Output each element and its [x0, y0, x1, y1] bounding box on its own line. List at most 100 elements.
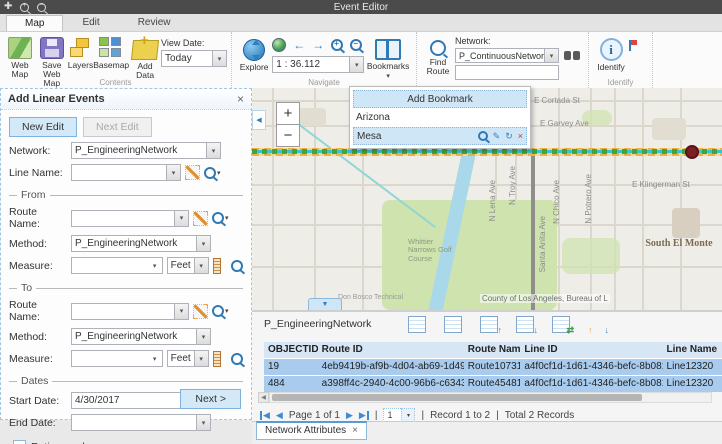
layers-icon	[68, 37, 92, 59]
dropdown-arrow-icon[interactable]: ▾	[194, 257, 209, 274]
to-unit-select[interactable]: Feet ▾	[167, 350, 209, 367]
measure-tool-icon[interactable]	[213, 258, 222, 274]
globe-icon[interactable]	[272, 38, 286, 52]
scale-select[interactable]: 1 : 36.112 ▾	[272, 56, 364, 73]
layers-button[interactable]: Layers	[68, 35, 94, 70]
bookmark-item-mesa[interactable]: Mesa ✎ ↻ ×	[353, 127, 527, 145]
select-line-on-map-icon[interactable]	[185, 165, 200, 180]
next-edit-button[interactable]: Next Edit	[83, 117, 152, 137]
from-unit-select[interactable]: Feet ▾	[167, 257, 209, 274]
explore-button[interactable]: Explore	[236, 35, 272, 72]
scroll-left-icon[interactable]: ◀	[258, 392, 269, 403]
line-name-select[interactable]: ▾	[71, 164, 181, 181]
dropdown-arrow-icon[interactable]: ▾	[349, 56, 364, 73]
dropdown-arrow-icon[interactable]: ▾	[206, 142, 221, 159]
delete-bookmark-icon[interactable]: ×	[518, 132, 523, 141]
previous-page-icon[interactable]: ◀	[276, 411, 283, 420]
from-measure-input[interactable]: ▾	[71, 257, 163, 274]
identify-button[interactable]: i Identify	[593, 35, 629, 72]
route-point-marker[interactable]	[685, 145, 699, 159]
zoom-to-route-button[interactable]: ▾	[212, 212, 229, 224]
zoom-out-tool-icon[interactable]: −	[350, 39, 362, 51]
dropdown-arrow-icon[interactable]: ▾	[148, 350, 163, 367]
select-records-icon[interactable]	[408, 316, 426, 333]
select-route-on-map-icon[interactable]	[193, 304, 208, 319]
new-edit-button[interactable]: New Edit	[9, 117, 77, 137]
add-data-button[interactable]: + Add Data	[129, 35, 161, 80]
dropdown-arrow-icon[interactable]: ▾	[166, 164, 181, 181]
map-zoom-in-button[interactable]: +	[276, 102, 300, 125]
dropdown-arrow-icon[interactable]: ▾	[544, 48, 559, 63]
table-row[interactable]: 19 4eb9419b-af9b-4d04-ab69-1d490476802b …	[264, 358, 722, 375]
zoom-to-line-button[interactable]: ▾	[204, 167, 221, 179]
last-page-icon[interactable]: ▶	[359, 411, 369, 420]
horizontal-scrollbar[interactable]: ◀	[258, 392, 712, 403]
street-label: E Garvey Ave	[540, 119, 589, 128]
binoculars-icon[interactable]	[564, 51, 580, 61]
zoom-to-measure-icon[interactable]	[231, 260, 243, 272]
switch-selection-icon[interactable]: ⇄	[552, 316, 570, 333]
basemap-button[interactable]: Basemap	[93, 35, 129, 70]
collapse-panel-button[interactable]: ◀	[252, 110, 266, 130]
zoom-to-bookmark-icon[interactable]	[478, 131, 488, 141]
tab-map[interactable]: Map	[6, 15, 63, 31]
scrollbar-thumb[interactable]	[272, 394, 642, 401]
measure-tool-icon[interactable]	[213, 351, 222, 367]
attribute-table-icon[interactable]	[444, 316, 462, 333]
table-row[interactable]: 484 a398ff4c-2940-4c00-96b6-c6343f8f1711…	[264, 375, 722, 392]
from-method-select[interactable]: P_EngineeringNetwork ▾	[71, 235, 211, 252]
dropdown-arrow-icon[interactable]: ▾	[194, 350, 209, 367]
edit-bookmark-icon[interactable]: ✎	[493, 132, 501, 141]
web-map-button[interactable]: Web Map	[4, 35, 36, 79]
dropdown-arrow-icon[interactable]: ▾	[174, 303, 189, 320]
close-panel-icon[interactable]: ×	[237, 92, 244, 106]
tab-edit[interactable]: Edit	[63, 14, 118, 31]
retire-overlaps-option[interactable]: Retire overlaps	[13, 440, 243, 444]
zoom-to-selected-icon[interactable]: ↑	[480, 316, 498, 333]
selected-route-line[interactable]	[252, 148, 722, 156]
next-extent-icon[interactable]: →	[312, 40, 324, 50]
network-select[interactable]: P_ContinuousNetwork ▾	[455, 48, 559, 63]
retire-overlaps-checkbox[interactable]	[13, 440, 26, 444]
select-route-on-map-icon[interactable]	[193, 211, 208, 226]
dropdown-arrow-icon[interactable]: ▾	[148, 257, 163, 274]
table-header-row[interactable]: OBJECTID Route ID Route Name Line ID Lin…	[264, 342, 722, 358]
dropdown-arrow-icon[interactable]: ▾	[196, 414, 211, 431]
dropdown-arrow-icon[interactable]: ▾	[196, 235, 211, 252]
dropdown-arrow-icon[interactable]: ▾	[174, 210, 189, 227]
to-measure-input[interactable]: ▾	[71, 350, 163, 367]
navigate-controls: ← → + − 1 : 36.112 ▾	[272, 35, 364, 73]
to-method-select[interactable]: P_EngineeringNetwork ▾	[71, 328, 211, 345]
dropdown-arrow-icon[interactable]: ▾	[196, 328, 211, 345]
tab-review[interactable]: Review	[119, 14, 190, 31]
next-button[interactable]: Next >	[180, 389, 241, 409]
first-page-icon[interactable]: ◀	[260, 411, 270, 420]
from-route-name-select[interactable]: ▾	[71, 210, 189, 227]
dropdown-arrow-icon[interactable]: ▾	[401, 408, 415, 422]
to-route-name-select[interactable]: ▾	[71, 303, 189, 320]
next-page-icon[interactable]: ▶	[346, 411, 353, 420]
find-route-button[interactable]: Find Route	[421, 35, 455, 76]
zoom-to-measure-icon[interactable]	[231, 353, 243, 365]
add-bookmark-button[interactable]: Add Bookmark	[353, 90, 527, 108]
route-search-input[interactable]	[455, 65, 559, 80]
update-bookmark-icon[interactable]: ↻	[505, 132, 513, 141]
zoom-in-tool-icon[interactable]: +	[331, 39, 343, 51]
dropdown-arrow-icon[interactable]: ▾	[212, 50, 227, 67]
close-tab-icon[interactable]: ×	[352, 425, 358, 436]
zoom-to-route-button[interactable]: ▾	[212, 305, 229, 317]
end-date-select[interactable]: ▾	[71, 414, 211, 431]
network-field-select[interactable]: P_EngineeringNetwork ▾	[71, 142, 221, 159]
bookmark-item-arizona[interactable]: Arizona	[353, 110, 527, 125]
previous-extent-icon[interactable]: ←	[293, 40, 305, 50]
page-select[interactable]: 1 ▾	[383, 408, 415, 422]
bookmarks-button[interactable]: Bookmarks ▾	[364, 35, 412, 80]
sort-records-icon[interactable]: ↑ ↓	[588, 317, 604, 332]
tab-network-attributes[interactable]: Network Attributes ×	[256, 421, 367, 440]
pan-to-selected-icon[interactable]: ↓	[516, 316, 534, 333]
map-zoom-out-button[interactable]: −	[276, 124, 300, 147]
page-count-label: Page 1 of 1	[289, 410, 340, 421]
collapse-table-button[interactable]: ▼	[308, 298, 342, 310]
flag-icon[interactable]	[629, 40, 639, 52]
view-date-select[interactable]: Today ▾	[161, 50, 227, 67]
